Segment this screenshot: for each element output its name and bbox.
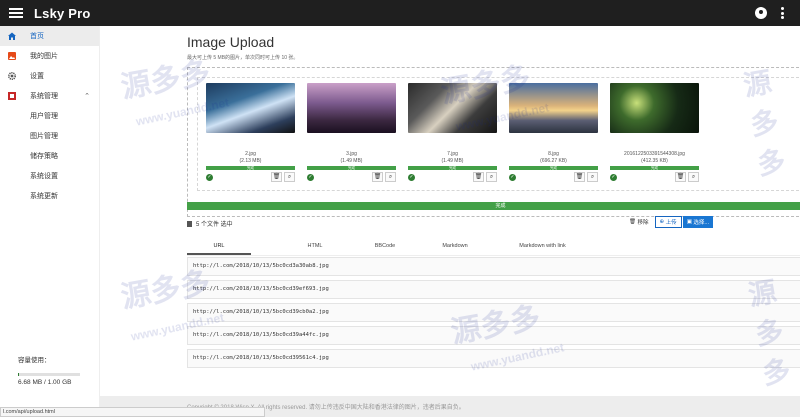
zoom-button[interactable]: ⌕ [486, 172, 497, 182]
file-progress: 完成 [206, 166, 295, 170]
file-name: 8.jpg [548, 151, 559, 157]
thumbnail-image [610, 83, 699, 133]
thumbnail-image [206, 83, 295, 133]
file-size: (1.49 MB) [441, 158, 464, 164]
file-progress: 完成 [408, 166, 497, 170]
link-row[interactable]: http://l.com/2018/10/13/5bc0cd39cb0a2.jp… [187, 303, 800, 322]
sidebar-item-system-update[interactable]: 系统更新 [0, 186, 99, 206]
app-bar: Lsky Pro [0, 0, 800, 26]
account-icon[interactable] [755, 7, 767, 19]
sidebar-item-label: 首页 [30, 33, 44, 40]
status-url: l.com/api/upload.html [0, 407, 265, 417]
app-title: Lsky Pro [34, 5, 91, 21]
zoom-button[interactable]: ⌕ [385, 172, 396, 182]
sidebar-item-label: 设置 [30, 73, 44, 80]
format-tabs: URL HTML BBCode Markdown Markdown with l… [187, 238, 800, 256]
trash-icon: 🗑 [629, 219, 638, 225]
menu-icon[interactable] [9, 8, 23, 18]
zoom-button[interactable]: ⌕ [587, 172, 598, 182]
home-icon [8, 32, 16, 40]
file-count: 5 个文件 选中 [187, 219, 233, 228]
file-size: (2.13 MB) [239, 158, 262, 164]
check-icon: ✓ [509, 173, 516, 181]
upload-dropzone[interactable]: × 2.jpg (2.13 MB) 完成 ✓ 🗑⌕ 3.jpg (1.49 MB… [187, 67, 800, 217]
storage-value: 6.68 MB / 1.00 GB [18, 379, 72, 386]
file-name: 2.jpg [245, 151, 256, 157]
file-progress: 完成 [509, 166, 598, 170]
storage-label: 容量使用： [18, 357, 51, 364]
upload-actions: 🗑 移除 ⊕ 上传 ▣ 选择... [625, 216, 714, 228]
file-icon [187, 220, 192, 227]
select-label: 选择... [693, 220, 710, 226]
folder-icon: ▣ [686, 219, 694, 225]
link-row[interactable]: http://l.com/2018/10/13/5bc0cd39ef693.jp… [187, 280, 800, 299]
tab-markdown-with-link[interactable]: Markdown with link [493, 238, 592, 255]
tab-html[interactable]: HTML [283, 238, 347, 255]
upload-item: 2.jpg (2.13 MB) 完成 ✓ 🗑 ⌕ [202, 83, 299, 188]
check-icon: ✓ [307, 173, 314, 181]
file-progress: 完成 [610, 166, 699, 170]
thumbnail-image [307, 83, 396, 133]
chevron-up-icon: ⌃ [84, 93, 90, 100]
storage-bar [18, 373, 80, 376]
sidebar-item-label: 我的图片 [30, 53, 58, 60]
thumbnail-image [408, 83, 497, 133]
upload-label: 上传 [665, 220, 677, 226]
remove-label: 移除 [637, 220, 649, 226]
zoom-button[interactable]: ⌕ [284, 172, 295, 182]
delete-button[interactable]: 🗑 [473, 172, 484, 182]
link-row[interactable]: http://l.com/2018/10/13/5bc0cd39a44fc.jp… [187, 326, 800, 345]
page-title: Image Upload [187, 34, 275, 50]
storage-usage: 容量使用： 6.68 MB / 1.00 GB [18, 354, 80, 386]
file-progress: 完成 [307, 166, 396, 170]
file-size: (412.35 KB) [641, 158, 668, 164]
upload-button[interactable]: ⊕ 上传 [654, 216, 682, 228]
sidebar-item-image-management[interactable]: 图片管理 [0, 126, 99, 146]
sidebar-item-user-management[interactable]: 用户管理 [0, 106, 99, 126]
delete-button[interactable]: 🗑 [574, 172, 585, 182]
delete-button[interactable]: 🗑 [372, 172, 383, 182]
page-subtitle: 最大可上传 5 MB的图片，单次同时可上传 10 张。 [187, 55, 299, 61]
sidebar-item-storage-policy[interactable]: 储存策略 [0, 146, 99, 166]
overall-progress: 完成 [187, 202, 800, 210]
sidebar-item-settings[interactable]: 设置 [0, 66, 99, 86]
preview-area: 2.jpg (2.13 MB) 完成 ✓ 🗑 ⌕ 3.jpg (1.49 MB) … [197, 77, 800, 191]
file-name: 7.jpg [447, 151, 458, 157]
sidebar-item-label: 系统管理 [30, 93, 58, 100]
thumbnail-image [509, 83, 598, 133]
file-size: (1.49 MB) [340, 158, 363, 164]
tab-bbcode[interactable]: BBCode [353, 238, 417, 255]
main-content: Image Upload 最大可上传 5 MB的图片，单次同时可上传 10 张。… [100, 26, 800, 417]
upload-item: 8.jpg (696.27 KB) 完成 ✓ 🗑 ⌕ [505, 83, 602, 188]
remove-button[interactable]: 🗑 移除 [625, 216, 653, 228]
delete-button[interactable]: 🗑 [675, 172, 686, 182]
file-count-text: 5 个文件 选中 [196, 222, 233, 228]
file-size: (696.27 KB) [540, 158, 567, 164]
upload-item: 3.jpg (1.49 MB) 完成 ✓ 🗑 ⌕ [303, 83, 400, 188]
upload-item: 7.jpg (1.49 MB) 完成 ✓ 🗑 ⌕ [404, 83, 501, 188]
storage-bar-fill [18, 373, 19, 376]
admin-icon [8, 92, 16, 100]
link-row[interactable]: http://l.com/2018/10/13/5bc0cd3a30ab8.jp… [187, 257, 800, 276]
link-row[interactable]: http://l.com/2018/10/13/5bc0cd39561c4.jp… [187, 349, 800, 368]
check-icon: ✓ [408, 173, 415, 181]
sidebar-item-system-admin[interactable]: 系统管理 ⌃ [0, 86, 99, 106]
sidebar-item-my-images[interactable]: 我的图片 [0, 46, 99, 66]
sidebar-item-system-settings[interactable]: 系统设置 [0, 166, 99, 186]
zoom-button[interactable]: ⌕ [688, 172, 699, 182]
sidebar-item-home[interactable]: 首页 [0, 26, 99, 46]
select-button[interactable]: ▣ 选择... [682, 216, 714, 228]
tab-markdown[interactable]: Markdown [423, 238, 487, 255]
gear-icon [7, 71, 17, 81]
file-name: 3.jpg [346, 151, 357, 157]
image-icon [8, 52, 16, 60]
file-name: 2016122503391544308.jpg [624, 151, 685, 157]
delete-button[interactable]: 🗑 [271, 172, 282, 182]
upload-item: 2016122503391544308.jpg (412.35 KB) 完成 ✓… [606, 83, 703, 188]
check-icon: ✓ [206, 173, 213, 181]
tab-url[interactable]: URL [187, 238, 251, 255]
check-icon: ✓ [610, 173, 617, 181]
link-list: http://l.com/2018/10/13/5bc0cd3a30ab8.jp… [187, 257, 800, 372]
more-vert-icon[interactable] [781, 7, 785, 19]
